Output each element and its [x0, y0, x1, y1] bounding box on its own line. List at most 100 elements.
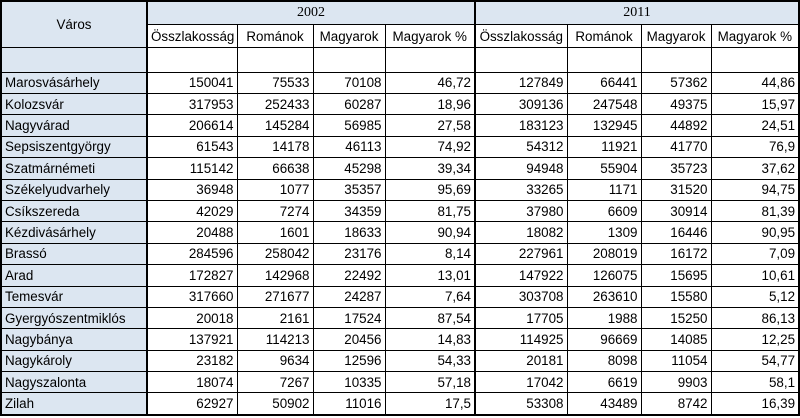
- city-name-cell[interactable]: Kolozsvár: [0, 92, 148, 116]
- hungarians-2011-cell[interactable]: 16172: [640, 242, 712, 266]
- total-population-2002-cell[interactable]: 317660: [146, 285, 238, 308]
- year-2002-header[interactable]: 2002: [146, 0, 476, 25]
- total-population-2002-cell[interactable]: 115142: [146, 157, 238, 180]
- total-population-2011-cell[interactable]: 94948: [474, 157, 568, 180]
- total-population-2002-cell[interactable]: 42029: [146, 199, 238, 223]
- total-population-2011-cell[interactable]: 127849: [474, 71, 568, 94]
- total-population-2011-cell[interactable]: 309136: [474, 92, 568, 116]
- hungarians-2002-cell[interactable]: 10335: [312, 371, 386, 394]
- romanians-2011-cell[interactable]: 8098: [566, 349, 642, 373]
- hungarians-2011-header[interactable]: Magyarok: [640, 24, 712, 48]
- hungarians-pct-2002-cell[interactable]: 46,72: [384, 71, 476, 94]
- romanians-2011-cell[interactable]: 1171: [566, 178, 642, 201]
- hungarians-pct-2002-cell[interactable]: 74,92: [384, 135, 476, 159]
- hungarians-2011-cell[interactable]: 15250: [640, 306, 712, 330]
- hungarians-pct-2011-cell[interactable]: 81,39: [710, 199, 800, 223]
- hungarians-pct-2011-cell[interactable]: 76,9: [710, 135, 800, 159]
- hungarians-2011-cell[interactable]: 15580: [640, 285, 712, 308]
- total-population-2011-cell[interactable]: 33265: [474, 178, 568, 201]
- romanians-2002-cell[interactable]: 66638: [236, 157, 314, 180]
- total-population-2011-cell[interactable]: 17042: [474, 371, 568, 394]
- hungarians-pct-2002-cell[interactable]: 7,64: [384, 285, 476, 308]
- romanians-2011-cell[interactable]: 126075: [566, 264, 642, 287]
- total-population-2011-cell[interactable]: 53308: [474, 392, 568, 417]
- romanians-2011-cell[interactable]: 6609: [566, 199, 642, 223]
- hungarians-pct-2011-cell[interactable]: 94,75: [710, 178, 800, 201]
- total-population-2011-cell[interactable]: 227961: [474, 242, 568, 266]
- total-population-2002-cell[interactable]: 172827: [146, 264, 238, 287]
- hungarians-pct-2002-cell[interactable]: 87,54: [384, 306, 476, 330]
- romanians-2002-cell[interactable]: 1601: [236, 221, 314, 244]
- hungarians-pct-2002-cell[interactable]: 54,33: [384, 349, 476, 373]
- city-column-header[interactable]: Város: [0, 0, 148, 48]
- hungarians-2011-cell[interactable]: 14085: [640, 328, 712, 351]
- hungarians-2002-cell[interactable]: 45298: [312, 157, 386, 180]
- total-population-2002-cell[interactable]: 23182: [146, 349, 238, 373]
- hungarians-2011-cell[interactable]: 9903: [640, 371, 712, 394]
- total-population-2011-cell[interactable]: 20181: [474, 349, 568, 373]
- hungarians-pct-2002-cell[interactable]: 18,96: [384, 92, 476, 116]
- total-population-2002-cell[interactable]: 20018: [146, 306, 238, 330]
- city-name-cell[interactable]: Kézdivásárhely: [0, 221, 148, 244]
- blank-cell[interactable]: [566, 47, 642, 73]
- city-name-cell[interactable]: Nagykároly: [0, 349, 148, 373]
- hungarians-2002-cell[interactable]: 46113: [312, 135, 386, 159]
- city-name-cell[interactable]: Szatmárnémeti: [0, 157, 148, 180]
- hungarians-2002-cell[interactable]: 35357: [312, 178, 386, 201]
- city-name-cell[interactable]: Temesvár: [0, 285, 148, 308]
- hungarians-2011-cell[interactable]: 30914: [640, 199, 712, 223]
- hungarians-pct-2002-cell[interactable]: 27,58: [384, 114, 476, 137]
- hungarians-2002-cell[interactable]: 34359: [312, 199, 386, 223]
- romanians-2002-header[interactable]: Románok: [236, 24, 314, 48]
- hungarians-2002-cell[interactable]: 24287: [312, 285, 386, 308]
- year-2011-header[interactable]: 2011: [473, 0, 800, 25]
- hungarians-2002-cell[interactable]: 56985: [312, 114, 386, 137]
- hungarians-2011-cell[interactable]: 16446: [640, 221, 712, 244]
- romanians-2011-cell[interactable]: 208019: [566, 242, 642, 266]
- hungarians-2002-cell[interactable]: 18633: [312, 221, 386, 244]
- hungarians-2011-cell[interactable]: 49375: [640, 92, 712, 116]
- city-name-cell[interactable]: Arad: [0, 264, 148, 287]
- romanians-2002-cell[interactable]: 50902: [236, 392, 314, 417]
- hungarians-2011-cell[interactable]: 41770: [640, 135, 712, 159]
- hungarians-pct-2011-cell[interactable]: 24,51: [710, 114, 800, 137]
- hungarians-2002-header[interactable]: Magyarok: [312, 24, 386, 48]
- hungarians-pct-2002-cell[interactable]: 14,83: [384, 328, 476, 351]
- hungarians-pct-2002-cell[interactable]: 17,5: [384, 392, 476, 417]
- romanians-2011-cell[interactable]: 132945: [566, 114, 642, 137]
- blank-cell[interactable]: [146, 47, 238, 73]
- total-population-2002-cell[interactable]: 18074: [146, 371, 238, 394]
- romanians-2002-cell[interactable]: 114213: [236, 328, 314, 351]
- romanians-2011-cell[interactable]: 11921: [566, 135, 642, 159]
- city-name-cell[interactable]: Nagybánya: [0, 328, 148, 351]
- romanians-2002-cell[interactable]: 258042: [236, 242, 314, 266]
- hungarians-2002-cell[interactable]: 12596: [312, 349, 386, 373]
- hungarians-2011-cell[interactable]: 35723: [640, 157, 712, 180]
- hungarians-pct-2011-cell[interactable]: 54,77: [710, 349, 800, 373]
- hungarians-2011-cell[interactable]: 15695: [640, 264, 712, 287]
- blank-cell[interactable]: [640, 47, 712, 73]
- city-name-cell[interactable]: Brassó: [0, 242, 148, 266]
- hungarians-pct-2011-cell[interactable]: 58,1: [710, 371, 800, 394]
- hungarians-pct-2002-header[interactable]: Magyarok %: [384, 24, 476, 48]
- city-name-cell[interactable]: Sepsiszentgyörgy: [0, 135, 148, 159]
- total-population-2002-cell[interactable]: 20488: [146, 221, 238, 244]
- romanians-2002-cell[interactable]: 7274: [236, 199, 314, 223]
- total-population-2002-header[interactable]: Összlakosság: [146, 24, 238, 48]
- total-population-2002-cell[interactable]: 36948: [146, 178, 238, 201]
- hungarians-2011-cell[interactable]: 44892: [640, 114, 712, 137]
- hungarians-2011-cell[interactable]: 11054: [640, 349, 712, 373]
- hungarians-pct-2002-cell[interactable]: 13,01: [384, 264, 476, 287]
- romanians-2002-cell[interactable]: 1077: [236, 178, 314, 201]
- hungarians-pct-2002-cell[interactable]: 57,18: [384, 371, 476, 394]
- hungarians-pct-2011-header[interactable]: Magyarok %: [710, 24, 800, 48]
- total-population-2002-cell[interactable]: 317953: [146, 92, 238, 116]
- hungarians-pct-2002-cell[interactable]: 95,69: [384, 178, 476, 201]
- total-population-2002-cell[interactable]: 284596: [146, 242, 238, 266]
- hungarians-2002-cell[interactable]: 70108: [312, 71, 386, 94]
- city-name-cell[interactable]: Nagyszalonta: [0, 371, 148, 394]
- total-population-2011-header[interactable]: Összlakosság: [474, 24, 568, 48]
- hungarians-2011-cell[interactable]: 57362: [640, 71, 712, 94]
- city-name-cell[interactable]: Székelyudvarhely: [0, 178, 148, 201]
- hungarians-pct-2011-cell[interactable]: 16,39: [710, 392, 800, 417]
